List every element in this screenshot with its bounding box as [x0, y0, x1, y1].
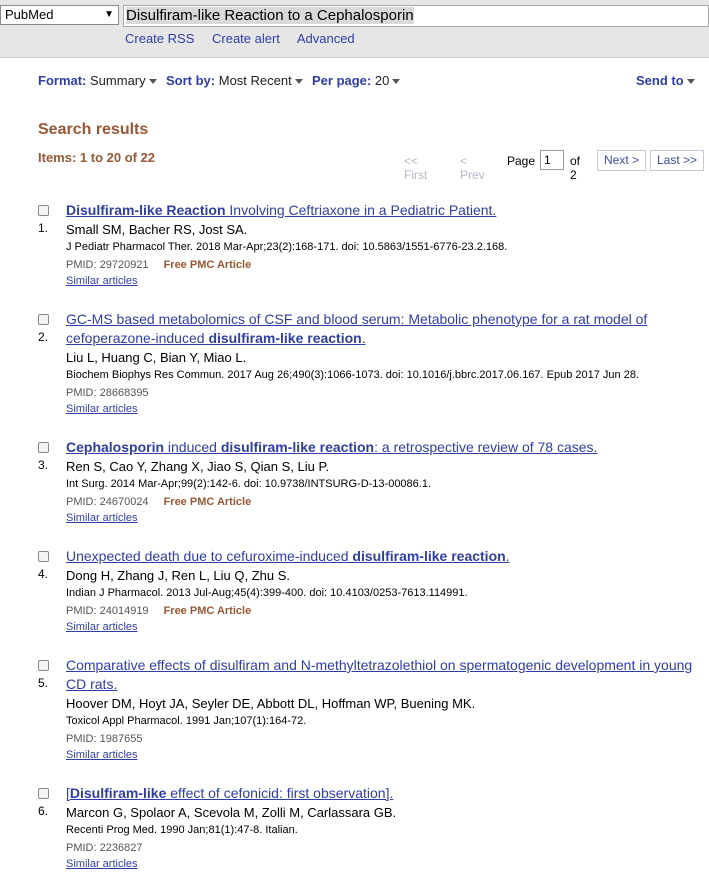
select-checkbox[interactable] [38, 205, 49, 216]
sort-label: Sort by: [166, 73, 216, 88]
result-number: 5. [38, 676, 49, 690]
per-page-label: Per page: [312, 73, 372, 88]
select-checkbox[interactable] [38, 660, 49, 671]
similar-articles-link[interactable]: Similar articles [66, 858, 138, 870]
pmid-text: PMID: 2236827 [66, 842, 143, 854]
search-input[interactable]: Disulfiram-like Reaction to a Cephalospo… [123, 5, 709, 27]
result-title-link[interactable]: [Disulfiram-like effect of cefonicid: fi… [66, 784, 393, 803]
search-sublinks: Create RSS Create alert Advanced [125, 31, 369, 46]
caret-down-icon [686, 79, 695, 85]
result-citation: Biochem Biophys Res Commun. 2017 Aug 26;… [66, 369, 640, 381]
result-title-link[interactable]: GC-MS based metabolomics of CSF and bloo… [66, 310, 703, 348]
sort-dropdown[interactable]: Sort by: Most Recent [166, 73, 303, 88]
select-checkbox[interactable] [38, 551, 49, 562]
search-results-heading: Search results [38, 121, 149, 138]
result-authors: Dong H, Zhang J, Ren L, Liu Q, Zhu S. [66, 568, 291, 583]
create-alert-link[interactable]: Create alert [212, 31, 280, 46]
format-label: Format: [38, 73, 87, 88]
pmid-text: PMID: 24670024 [66, 496, 149, 508]
result-pmid: PMID: 24670024 Free PMC Article [66, 496, 251, 508]
select-checkbox[interactable] [38, 442, 49, 453]
last-page-button[interactable]: Last >> [650, 150, 705, 171]
result-pmid: PMID: 24014919 Free PMC Article [66, 605, 251, 617]
result-citation: Recenti Prog Med. 1990 Jan;81(1):47-8. I… [66, 824, 298, 836]
result-title-link[interactable]: Cephalosporin induced disulfiram-like re… [66, 438, 597, 457]
result-authors: Small SM, Bacher RS, Jost SA. [66, 222, 248, 237]
similar-articles-link[interactable]: Similar articles [66, 403, 138, 415]
per-page-dropdown[interactable]: Per page: 20 [312, 73, 401, 88]
result-title-link[interactable]: Comparative effects of disulfiram and N-… [66, 656, 703, 694]
create-rss-link[interactable]: Create RSS [125, 31, 194, 46]
result-number: 1. [38, 221, 49, 235]
send-to-label: Send to [636, 73, 684, 88]
free-pmc-badge[interactable]: Free PMC Article [164, 605, 252, 617]
next-page-button[interactable]: Next > [597, 150, 647, 171]
result-pmid: PMID: 28668395 [66, 387, 149, 399]
similar-articles-link[interactable]: Similar articles [66, 275, 138, 287]
per-page-value: 20 [374, 73, 390, 88]
result-citation: Toxicol Appl Pharmacol. 1991 Jan;107(1):… [66, 715, 307, 727]
pmid-text: PMID: 24014919 [66, 605, 149, 617]
caret-down-icon [148, 79, 157, 85]
database-select-value: PubMed [5, 7, 54, 22]
select-checkbox[interactable] [38, 788, 49, 799]
result-number: 4. [38, 567, 49, 581]
caret-down-icon [392, 79, 401, 85]
chevron-down-icon: ▼ [104, 9, 114, 20]
result-authors: Liu L, Huang C, Bian Y, Miao L. [66, 350, 247, 365]
prev-page-link: < Prev [460, 154, 485, 182]
result-authors: Marcon G, Spolaor A, Scevola M, Zolli M,… [66, 805, 397, 820]
result-citation: Int Surg. 2014 Mar-Apr;99(2):142-6. doi:… [66, 478, 432, 490]
format-dropdown[interactable]: Format: Summary [38, 73, 157, 88]
result-title-link[interactable]: Disulfiram-like Reaction Involving Ceftr… [66, 201, 496, 220]
result-citation: J Pediatr Pharmacol Ther. 2018 Mar-Apr;2… [66, 241, 508, 253]
pmid-text: PMID: 1987655 [66, 733, 143, 745]
database-select[interactable]: PubMed ▼ [0, 5, 119, 25]
similar-articles-link[interactable]: Similar articles [66, 512, 138, 524]
search-input-value: Disulfiram-like Reaction to a Cephalospo… [126, 7, 414, 24]
format-value: Summary [90, 73, 146, 88]
sort-value: Most Recent [218, 73, 292, 88]
similar-articles-link[interactable]: Similar articles [66, 621, 138, 633]
result-authors: Hoover DM, Hoyt JA, Seyler DE, Abbott DL… [66, 696, 476, 711]
first-page-link: << First [404, 154, 428, 182]
items-count: Items: 1 to 20 of 22 [38, 150, 156, 165]
free-pmc-badge[interactable]: Free PMC Article [164, 496, 252, 508]
advanced-search-link[interactable]: Advanced [297, 31, 355, 46]
result-citation: Indian J Pharmacol. 2013 Jul-Aug;45(4):3… [66, 587, 468, 599]
page-label: Page [507, 154, 536, 168]
result-authors: Ren S, Cao Y, Zhang X, Jiao S, Qian S, L… [66, 459, 330, 474]
pmid-text: PMID: 29720921 [66, 259, 149, 271]
search-bar: PubMed ▼ Disulfiram-like Reaction to a C… [0, 0, 709, 58]
result-number: 2. [38, 330, 49, 344]
result-pmid: PMID: 1987655 [66, 733, 142, 745]
send-to-dropdown[interactable]: Send to [636, 73, 695, 88]
result-pmid: PMID: 29720921 Free PMC Article [66, 259, 251, 271]
free-pmc-badge[interactable]: Free PMC Article [164, 259, 252, 271]
caret-down-icon [294, 79, 303, 85]
result-number: 3. [38, 458, 49, 472]
page-total: of 2 [570, 154, 581, 182]
result-title-link[interactable]: Unexpected death due to cefuroxime-induc… [66, 547, 510, 566]
select-checkbox[interactable] [38, 314, 49, 325]
result-pmid: PMID: 2236827 [66, 842, 142, 854]
similar-articles-link[interactable]: Similar articles [66, 749, 138, 761]
pmid-text: PMID: 28668395 [66, 387, 149, 399]
result-number: 6. [38, 804, 49, 818]
page-number-input[interactable]: 1 [540, 150, 564, 170]
